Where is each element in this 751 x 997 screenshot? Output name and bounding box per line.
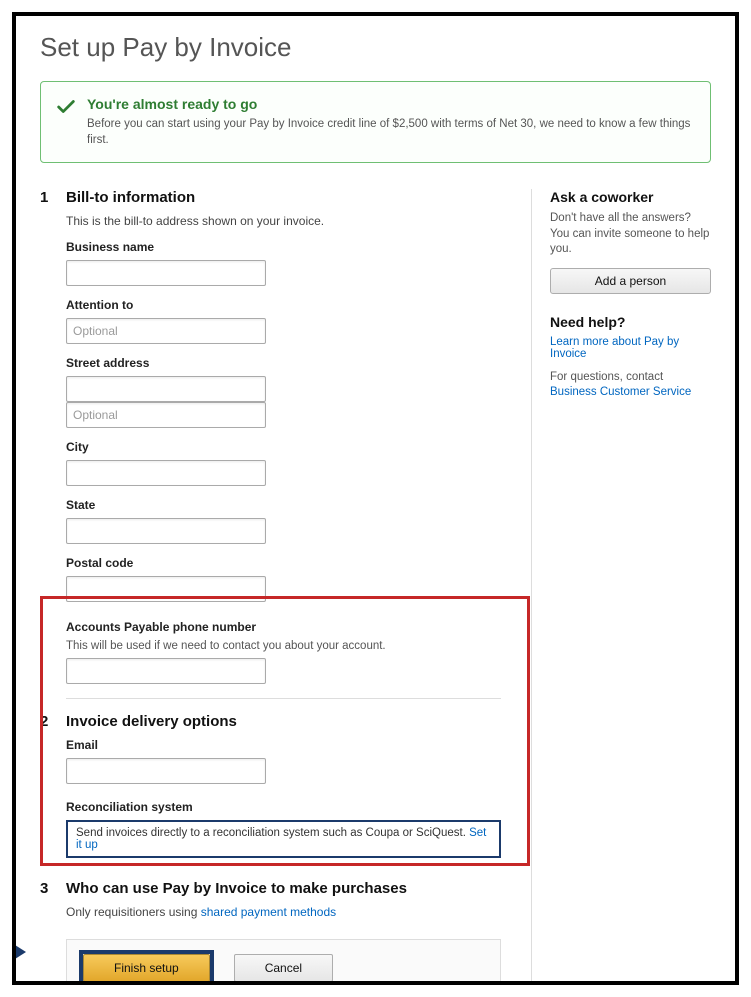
attention-to-label: Attention to — [66, 298, 501, 312]
ask-title: Ask a coworker — [550, 189, 711, 205]
email-input[interactable] — [66, 758, 266, 784]
recon-box: Send invoices directly to a reconciliati… — [66, 820, 501, 858]
street-input-2[interactable] — [66, 402, 266, 428]
postal-input[interactable] — [66, 576, 266, 602]
email-label: Email — [66, 738, 501, 752]
shared-payment-link[interactable]: shared payment methods — [201, 905, 336, 919]
section-delivery: 2 Invoice delivery options Email Reconci… — [40, 713, 501, 858]
recon-label: Reconciliation system — [66, 800, 501, 814]
checkmark-icon — [55, 96, 77, 118]
city-label: City — [66, 440, 501, 454]
state-label: State — [66, 498, 501, 512]
ask-text: Don't have all the answers? You can invi… — [550, 211, 711, 258]
section-billto: 1 Bill-to information This is the bill-t… — [40, 189, 501, 684]
section-number: 2 — [40, 713, 54, 730]
help-title: Need help? — [550, 314, 711, 330]
learn-more-link[interactable]: Learn more about Pay by Invoice — [550, 336, 711, 360]
ask-coworker-panel: Ask a coworker Don't have all the answer… — [550, 189, 711, 294]
page-title: Set up Pay by Invoice — [40, 32, 711, 63]
street-input-1[interactable] — [66, 376, 266, 402]
help-contact: For questions, contact Business Customer… — [550, 370, 711, 401]
section-number: 1 — [40, 189, 54, 206]
section-number: 3 — [40, 880, 54, 897]
section-title: Who can use Pay by Invoice to make purch… — [66, 880, 407, 897]
section-subtext: This is the bill-to address shown on you… — [66, 214, 501, 228]
business-name-input[interactable] — [66, 260, 266, 286]
need-help-panel: Need help? Learn more about Pay by Invoi… — [550, 314, 711, 401]
add-person-button[interactable]: Add a person — [550, 268, 711, 294]
divider — [66, 698, 501, 699]
business-name-label: Business name — [66, 240, 501, 254]
customer-service-link[interactable]: Business Customer Service — [550, 386, 691, 398]
finish-button-highlight: Finish setup — [79, 950, 214, 985]
city-input[interactable] — [66, 460, 266, 486]
ap-phone-help: This will be used if we need to contact … — [66, 640, 501, 652]
alert-title: You're almost ready to go — [87, 96, 694, 112]
section-title: Bill-to information — [66, 189, 195, 206]
ap-phone-label: Accounts Payable phone number — [66, 620, 501, 634]
alert-text: Before you can start using your Pay by I… — [87, 116, 694, 148]
section-title: Invoice delivery options — [66, 713, 237, 730]
page-frame: Set up Pay by Invoice You're almost read… — [12, 12, 739, 985]
section-who: 3 Who can use Pay by Invoice to make pur… — [40, 880, 501, 919]
who-text: Only requisitioners using shared payment… — [66, 905, 501, 919]
attention-to-input[interactable] — [66, 318, 266, 344]
help-contact-prefix: For questions, contact — [550, 371, 663, 383]
alert-banner: You're almost ready to go Before you can… — [40, 81, 711, 163]
arrow-indicator-icon — [12, 938, 26, 966]
cancel-button[interactable]: Cancel — [234, 954, 333, 982]
state-input[interactable] — [66, 518, 266, 544]
ap-phone-input[interactable] — [66, 658, 266, 684]
finish-setup-button[interactable]: Finish setup — [83, 954, 210, 982]
footer-bar: Finish setup Cancel — [66, 939, 501, 985]
postal-label: Postal code — [66, 556, 501, 570]
recon-text: Send invoices directly to a reconciliati… — [76, 827, 466, 839]
street-label: Street address — [66, 356, 501, 370]
who-text-prefix: Only requisitioners using — [66, 905, 201, 919]
